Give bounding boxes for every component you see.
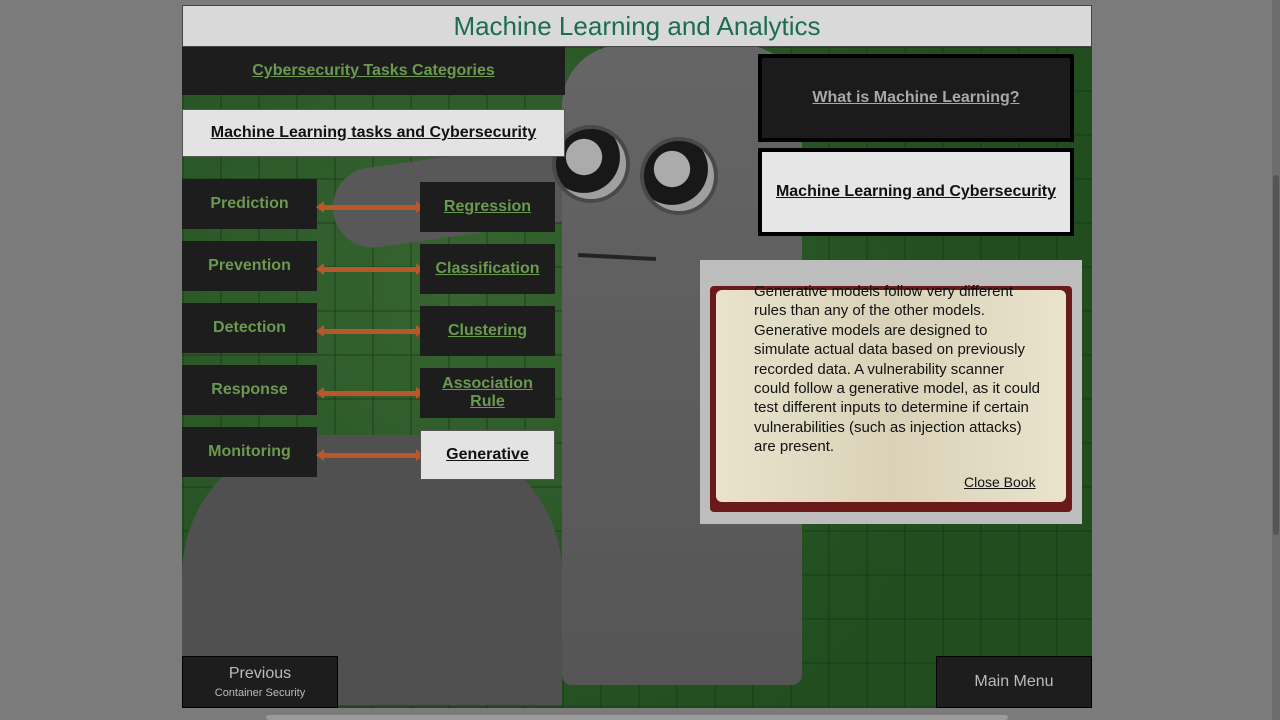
- tab-ml-tasks[interactable]: Machine Learning tasks and Cybersecurity: [182, 109, 565, 157]
- horizontal-scrollbar[interactable]: [266, 715, 1008, 720]
- main-menu-button[interactable]: Main Menu: [936, 656, 1092, 708]
- tab-label: Cybersecurity Tasks Categories: [252, 62, 495, 79]
- task-label: Prediction: [210, 195, 289, 212]
- ml-clustering-button[interactable]: Clustering: [420, 306, 555, 356]
- task-prevention: Prevention: [182, 241, 317, 291]
- slide-stage: Machine Learning and Analytics Cybersecu…: [182, 5, 1092, 708]
- ml-and-cybersecurity-button[interactable]: Machine Learning and Cybersecurity: [758, 148, 1074, 236]
- book-popup: Generative models follow very different …: [700, 260, 1082, 524]
- what-is-ml-button[interactable]: What is Machine Learning?: [758, 54, 1074, 142]
- scrollbar-thumb[interactable]: [1273, 175, 1279, 535]
- task-response: Response: [182, 365, 317, 415]
- task-label: Monitoring: [208, 443, 291, 460]
- task-label: Detection: [213, 319, 286, 336]
- previous-sub-label: Container Security: [214, 687, 306, 699]
- ml-classification-button[interactable]: Classification: [420, 244, 555, 294]
- ml-label: Generative: [446, 446, 529, 463]
- previous-label: Previous: [228, 665, 292, 682]
- tab-cybersecurity-categories[interactable]: Cybersecurity Tasks Categories: [182, 47, 565, 95]
- task-label: Prevention: [208, 257, 291, 274]
- double-arrow-icon: [316, 449, 424, 461]
- task-detection: Detection: [182, 303, 317, 353]
- ml-regression-button[interactable]: Regression: [420, 182, 555, 232]
- page-title: Machine Learning and Analytics: [182, 5, 1092, 47]
- double-arrow-icon: [316, 263, 424, 275]
- double-arrow-icon: [316, 387, 424, 399]
- ml-generative-button[interactable]: Generative: [420, 430, 555, 480]
- ml-label: Association Rule: [442, 375, 533, 410]
- task-label: Response: [211, 381, 288, 398]
- ml-label: Regression: [443, 198, 532, 215]
- vertical-scrollbar[interactable]: [1272, 0, 1280, 720]
- previous-button[interactable]: Previous Container Security: [182, 656, 338, 708]
- task-prediction: Prediction: [182, 179, 317, 229]
- book-text: Generative models follow very different …: [754, 283, 1040, 456]
- task-monitoring: Monitoring: [182, 427, 317, 477]
- double-arrow-icon: [316, 325, 424, 337]
- ml-label: Clustering: [447, 322, 528, 339]
- double-arrow-icon: [316, 201, 424, 213]
- ml-label: Classification: [435, 260, 540, 277]
- close-book-link[interactable]: Close Book: [964, 474, 1036, 490]
- tab-label: Machine Learning tasks and Cybersecurity: [210, 124, 537, 141]
- ml-association-rule-button[interactable]: Association Rule: [420, 368, 555, 418]
